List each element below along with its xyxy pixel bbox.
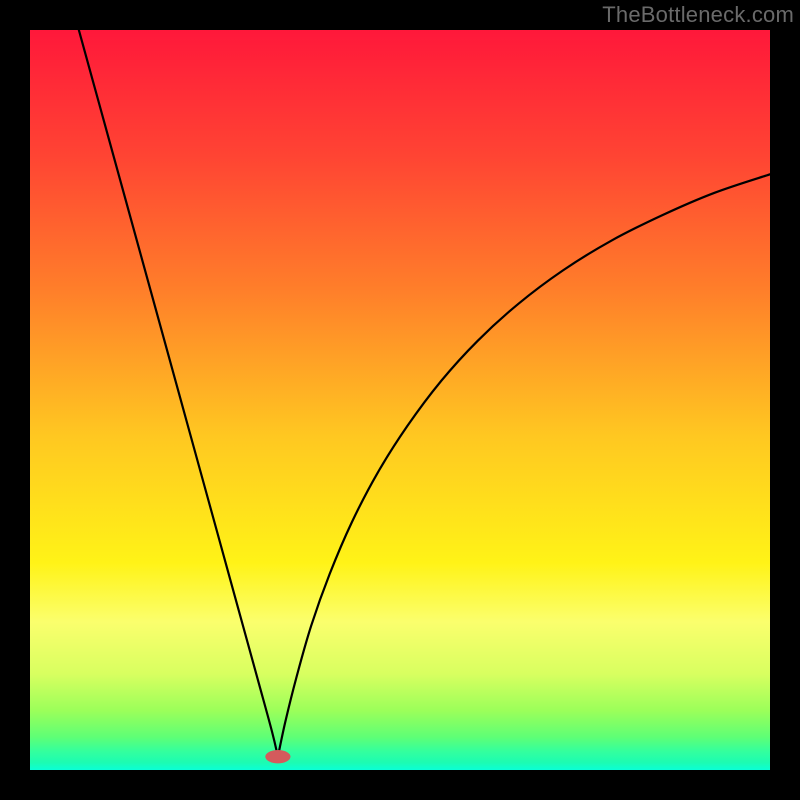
plot-area: [30, 30, 770, 770]
watermark-text: TheBottleneck.com: [602, 2, 794, 28]
vertex-marker: [265, 750, 290, 763]
chart-svg: [30, 30, 770, 770]
chart-frame: TheBottleneck.com: [0, 0, 800, 800]
gradient-background: [30, 30, 770, 770]
